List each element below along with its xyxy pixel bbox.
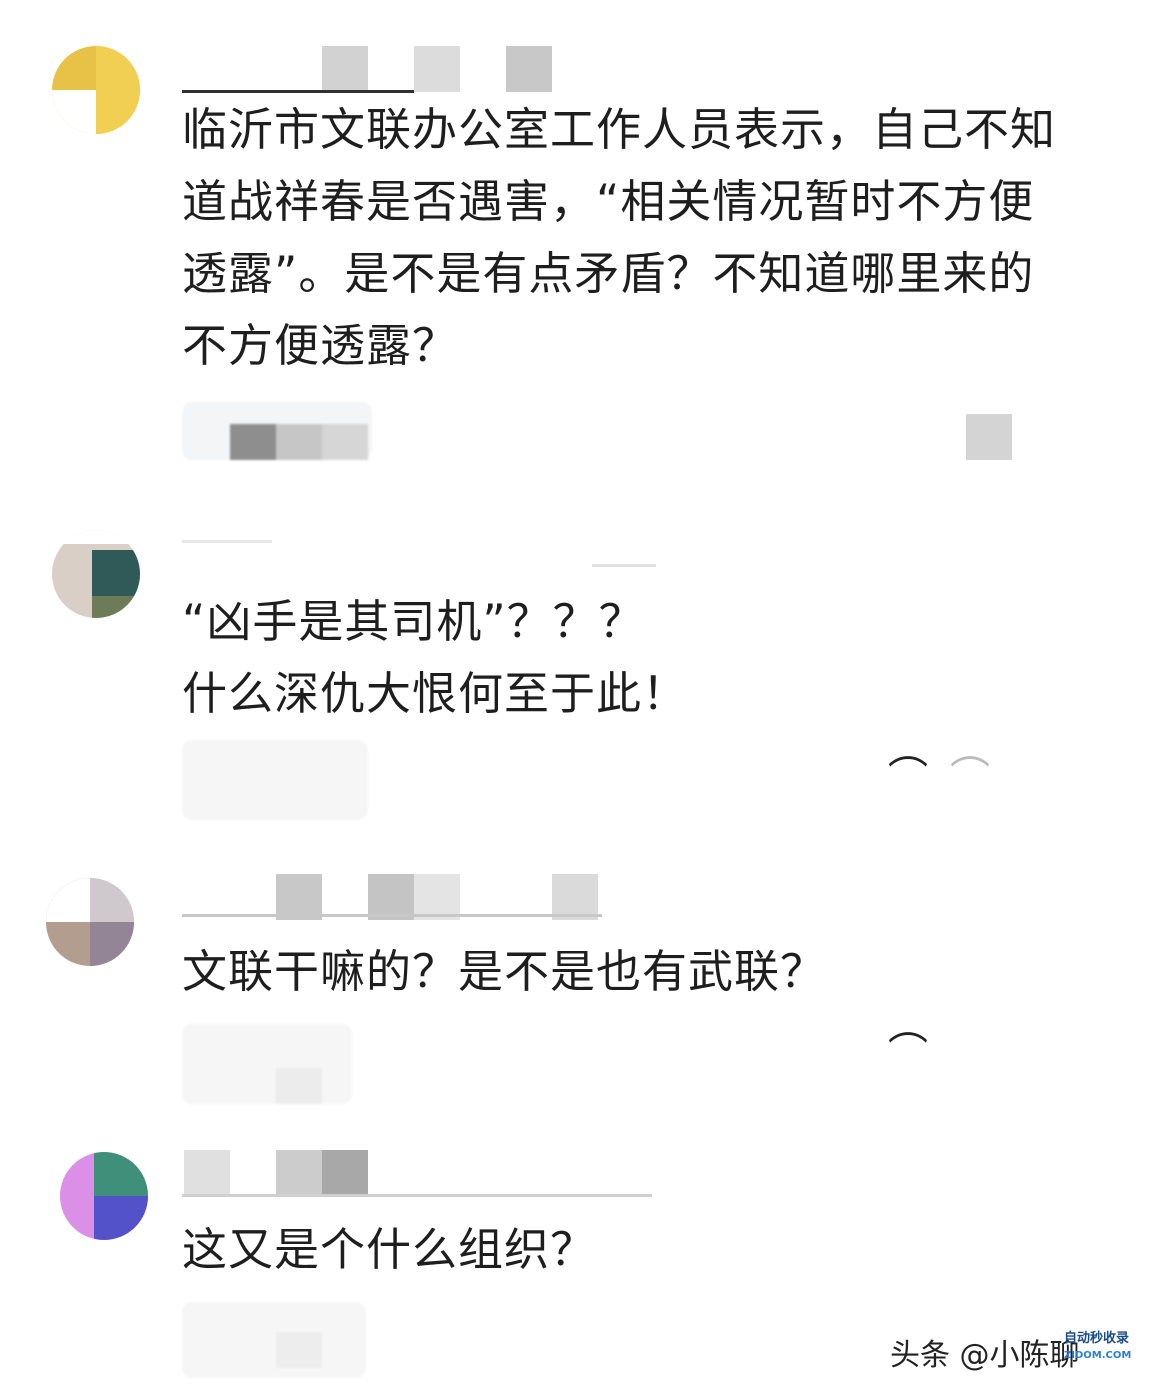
avatar[interactable]	[52, 530, 140, 618]
username-blurred[interactable]	[182, 530, 662, 576]
like-icon: ⌒	[888, 1030, 928, 1076]
logo-line: ZIDOM.COM	[1064, 1350, 1132, 1361]
like-area-blurred[interactable]	[966, 414, 1012, 460]
avatar[interactable]	[46, 878, 134, 966]
like-button[interactable]: ⌒ ⌒	[888, 754, 998, 808]
comment-text: “凶手是其司机”？？？ 什么深仇大恨何至于此！	[182, 586, 1122, 730]
like-button[interactable]: ⌒	[888, 1030, 938, 1084]
username-blurred[interactable]	[182, 1150, 662, 1197]
comment-line: 文联干嘛的？是不是也有武联？	[182, 945, 827, 998]
comment-meta-blurred	[182, 1024, 352, 1104]
username-blurred[interactable]	[182, 874, 662, 920]
site-logo-watermark: 自动秒收录 ZIDOM.COM	[1064, 1330, 1138, 1364]
comment-text: 文联干嘛的？是不是也有武联？	[182, 936, 1122, 1008]
comment-text: 临沂市文联办公室工作人员表示，自己不知 道战祥春是否遇害，“相关情况暂时不方便 …	[182, 94, 1122, 382]
comment-line: 道战祥春是否遇害，“相关情况暂时不方便	[182, 175, 1035, 228]
like-count-blurred: ⌒	[950, 754, 990, 800]
comment-meta-blurred	[182, 1302, 366, 1378]
comment-line: 临沂市文联办公室工作人员表示，自己不知	[182, 103, 1057, 156]
comment-meta-blurred	[182, 402, 372, 460]
comment-meta-blurred	[182, 740, 368, 820]
avatar[interactable]	[60, 1152, 148, 1240]
comment-line: 不方便透露？	[182, 319, 459, 372]
logo-line: 自动秒收录	[1064, 1331, 1130, 1346]
source-watermark: 头条 @小陈聊	[890, 1338, 1080, 1373]
comment-line: 什么深仇大恨何至于此！	[182, 667, 689, 720]
comment-line: 这又是个什么组织？	[182, 1223, 597, 1276]
avatar[interactable]	[52, 46, 140, 134]
comment-line: “凶手是其司机”？？？	[182, 595, 645, 648]
comment-line: 透露”。是不是有点矛盾？不知道哪里来的	[182, 247, 1035, 300]
comment-text: 这又是个什么组织？	[182, 1214, 1122, 1286]
like-icon: ⌒	[888, 754, 928, 800]
username-blurred[interactable]	[182, 46, 662, 93]
